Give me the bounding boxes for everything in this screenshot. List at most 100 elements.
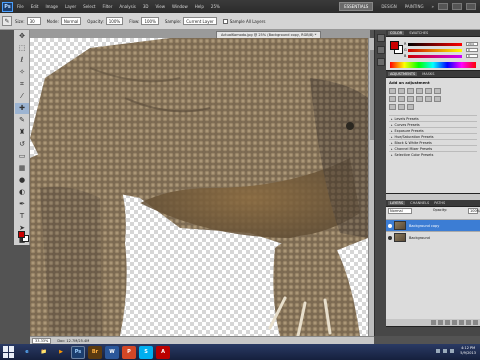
color-balance-icon[interactable]	[389, 96, 396, 102]
opacity-field[interactable]: 100%	[105, 17, 124, 25]
workspace-more-button[interactable]: »	[432, 4, 434, 9]
menu-image[interactable]: Image	[45, 4, 58, 9]
eraser-tool-icon[interactable]: ▭	[15, 151, 29, 162]
hue-saturation-icon[interactable]	[434, 88, 441, 94]
blur-tool-icon[interactable]: ●	[15, 175, 29, 186]
menu-3d[interactable]: 3D	[143, 4, 149, 9]
document-canvas[interactable]	[30, 38, 368, 336]
gradient-tool-icon[interactable]: ▦	[15, 163, 29, 174]
taskbar-bridge-icon[interactable]: Br	[88, 345, 102, 359]
tab-masks[interactable]: MASKS	[422, 72, 434, 76]
brightness-icon[interactable]	[389, 88, 396, 94]
delete-layer-icon[interactable]	[473, 320, 478, 325]
pen-tool-icon[interactable]: ✒	[15, 199, 29, 210]
healing-brush-tool-icon[interactable]: ✚	[15, 103, 29, 114]
color-ramp[interactable]	[390, 62, 476, 68]
selective-color-icon[interactable]	[407, 104, 414, 110]
photo-filter-icon[interactable]	[407, 96, 414, 102]
flag-icon[interactable]	[450, 349, 455, 353]
volume-icon[interactable]	[443, 349, 448, 353]
new-layer-icon[interactable]	[466, 320, 471, 325]
network-icon[interactable]	[436, 349, 441, 353]
red-slider[interactable]	[408, 43, 462, 46]
taskbar-ie-icon[interactable]: e	[20, 346, 34, 359]
preset-selective-color[interactable]: Selective Color Presets	[389, 151, 477, 157]
workspace-design[interactable]: DESIGN	[381, 4, 396, 9]
brush-panel-icon[interactable]	[377, 46, 385, 54]
flow-field[interactable]: 100%	[141, 17, 159, 25]
curves-icon[interactable]	[407, 88, 414, 94]
posterize-icon[interactable]	[434, 96, 441, 102]
tab-paths[interactable]: PATHS	[434, 201, 445, 205]
character-panel-icon[interactable]	[377, 58, 385, 66]
document-tab[interactable]: ActualKomodo.jpg @ 25% (Background copy,…	[216, 31, 322, 38]
menu-view[interactable]: View	[156, 4, 166, 9]
new-group-icon[interactable]	[459, 320, 464, 325]
taskbar-explorer-icon[interactable]: 📁	[37, 346, 51, 359]
move-tool-icon[interactable]: ✥	[15, 31, 29, 42]
menu-edit[interactable]: Edit	[31, 4, 39, 9]
history-brush-tool-icon[interactable]: ↺	[15, 139, 29, 150]
marquee-tool-icon[interactable]: ⬚	[15, 43, 29, 54]
layer-style-icon[interactable]	[438, 320, 443, 325]
taskbar-media-player-icon[interactable]: ▶	[54, 346, 68, 359]
threshold-icon[interactable]	[389, 104, 396, 110]
exposure-icon[interactable]	[416, 88, 423, 94]
green-value[interactable]: 0	[466, 48, 478, 52]
menu-window[interactable]: Window	[172, 4, 188, 9]
menu-analysis[interactable]: Analysis	[119, 4, 135, 9]
workspace-essentials[interactable]: ESSENTIALS	[339, 2, 374, 11]
eye-icon[interactable]	[388, 223, 392, 228]
sample-select[interactable]: Current Layer	[183, 17, 217, 25]
history-panel-icon[interactable]	[377, 34, 385, 42]
dodge-tool-icon[interactable]: ◐	[15, 187, 29, 198]
taskbar-powerpoint-icon[interactable]: P	[122, 345, 136, 359]
new-adjustment-icon[interactable]	[452, 320, 457, 325]
layer-row-background-copy[interactable]: Background copy	[386, 219, 480, 231]
mode-select[interactable]: Normal	[60, 17, 82, 25]
tab-channels[interactable]: CHANNELS	[410, 201, 429, 205]
add-mask-icon[interactable]	[445, 320, 450, 325]
brush-size-field[interactable]: 30	[26, 17, 41, 25]
link-layers-icon[interactable]	[431, 320, 436, 325]
invert-icon[interactable]	[425, 96, 432, 102]
gradient-map-icon[interactable]	[398, 104, 405, 110]
channel-mixer-icon[interactable]	[416, 96, 423, 102]
tab-layers[interactable]: LAYERS	[388, 201, 406, 205]
start-button[interactable]	[3, 346, 15, 358]
eyedropper-tool-icon[interactable]: ⁄	[15, 91, 29, 102]
blue-slider[interactable]	[408, 55, 462, 58]
menu-filter[interactable]: Filter	[102, 4, 112, 9]
workspace-painting[interactable]: PAINTING	[405, 4, 424, 9]
doc-size-info[interactable]: Doc: 12.7M/25.4M	[57, 339, 89, 343]
panel-foreground-swatch[interactable]	[390, 41, 399, 50]
eye-icon[interactable]	[388, 235, 392, 240]
close-button[interactable]	[466, 3, 476, 10]
spot-healing-brush-icon[interactable]: ✎	[2, 16, 12, 26]
tab-swatches[interactable]: SWATCHES	[409, 31, 428, 35]
layer-row-background[interactable]: Background	[386, 231, 480, 243]
menu-help[interactable]: Help	[195, 4, 204, 9]
menu-select[interactable]: Select	[83, 4, 95, 9]
foreground-color-swatch[interactable]	[18, 231, 25, 238]
blue-value[interactable]: 0	[466, 54, 478, 58]
levels-icon[interactable]	[398, 88, 405, 94]
taskbar-word-icon[interactable]: W	[105, 345, 119, 359]
black-white-icon[interactable]	[398, 96, 405, 102]
menubar-zoom[interactable]: 25%	[211, 4, 220, 9]
red-value[interactable]: 204	[466, 42, 478, 46]
brush-tool-icon[interactable]: ✎	[15, 115, 29, 126]
tab-adjustments[interactable]: ADJUSTMENTS	[388, 72, 418, 76]
clock[interactable]: 4:12 PM 5/9/2013	[460, 346, 476, 356]
zoom-field[interactable]: 33.33%	[32, 337, 52, 344]
menu-layer[interactable]: Layer	[65, 4, 76, 9]
layer-opacity-field[interactable]: 100%	[467, 208, 480, 214]
quick-select-tool-icon[interactable]: ✧	[15, 67, 29, 78]
taskbar-acrobat-icon[interactable]: A	[156, 345, 170, 359]
green-slider[interactable]	[408, 49, 462, 52]
sample-all-checkbox[interactable]	[222, 18, 228, 24]
taskbar-photoshop-icon[interactable]: Ps	[71, 345, 85, 359]
clone-stamp-tool-icon[interactable]: ♜	[15, 127, 29, 138]
minimize-button[interactable]	[438, 3, 448, 10]
blend-mode-select[interactable]: Normal	[388, 208, 412, 214]
